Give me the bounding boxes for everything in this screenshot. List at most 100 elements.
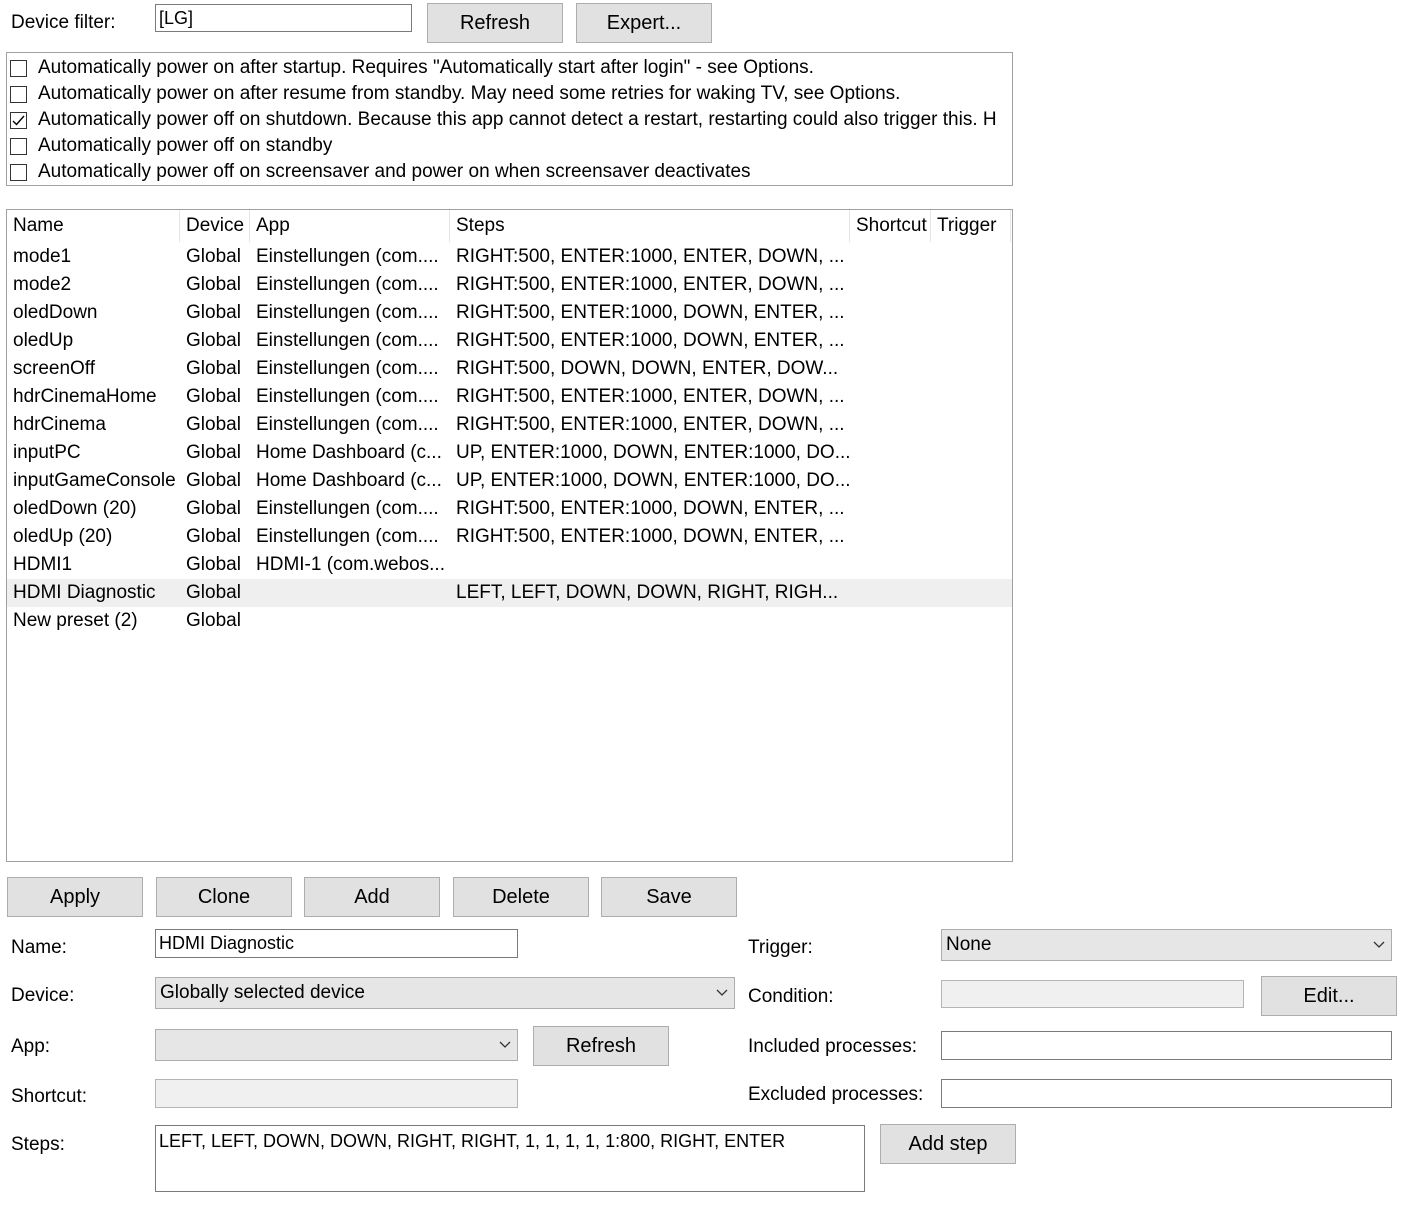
included-processes-input[interactable] — [941, 1031, 1392, 1060]
preset-list[interactable]: Name Device App Steps Shortcut Trigger mode1 G… — [6, 209, 1013, 862]
table-row[interactable]: inputGameConsole Global Home Dashboard (c.… — [7, 467, 1012, 495]
table-row[interactable]: hdrCinema Global Einstellungen (com.... RIG… — [7, 411, 1012, 439]
table-row[interactable]: screenOff Global Einstellungen (com.... RIG… — [7, 355, 1012, 383]
cell-trigger — [931, 355, 1011, 383]
steps-input[interactable]: LEFT, LEFT, DOWN, DOWN, RIGHT, RIGHT, 1,… — [155, 1125, 865, 1192]
included-processes-label: Included processes: — [748, 1036, 917, 1057]
add-button[interactable]: Add — [304, 877, 440, 917]
table-row[interactable]: mode2 Global Einstellungen (com.... RIGHT:5… — [7, 271, 1012, 299]
cell-trigger — [931, 271, 1011, 299]
refresh-devices-button[interactable]: Refresh — [427, 3, 563, 43]
power-option-row[interactable]: Automatically power on after resume from… — [10, 81, 900, 107]
cell-shortcut — [850, 299, 931, 327]
table-row[interactable]: hdrCinemaHome Global Einstellungen (com...… — [7, 383, 1012, 411]
power-option-row[interactable]: Automatically power off on standby — [10, 133, 332, 159]
table-row[interactable]: inputPC Global Home Dashboard (c... UP, ENT… — [7, 439, 1012, 467]
power-option-row[interactable]: Automatically power off on screensaver a… — [10, 159, 751, 185]
cell-shortcut — [850, 551, 931, 579]
cell-steps: UP, ENTER:1000, DOWN, ENTER:1000, DO... — [456, 470, 850, 491]
table-row[interactable]: oledDown Global Einstellungen (com.... RIGH… — [7, 299, 1012, 327]
chevron-down-icon — [1371, 937, 1387, 953]
app-select[interactable] — [155, 1029, 518, 1061]
cell-app: Einstellungen (com.... — [256, 414, 439, 435]
cell-app: Einstellungen (com.... — [256, 498, 439, 519]
power-option-checkbox[interactable] — [10, 137, 27, 155]
cell-steps: RIGHT:500, ENTER:1000, DOWN, ENTER, ... — [456, 330, 845, 351]
clone-button[interactable]: Clone — [156, 877, 292, 917]
excluded-processes-label: Excluded processes: — [748, 1084, 924, 1105]
chevron-down-icon — [714, 985, 730, 1001]
cell-app: Einstellungen (com.... — [256, 274, 439, 295]
cell-trigger — [931, 579, 1011, 607]
power-option-label: Automatically power on after startup. Re… — [38, 57, 814, 78]
column-header-app[interactable]: App — [250, 210, 450, 242]
device-select[interactable]: Globally selected device — [155, 977, 735, 1009]
add-step-button[interactable]: Add step — [880, 1124, 1016, 1164]
cell-name: inputGameConsole — [13, 470, 176, 491]
cell-shortcut — [850, 467, 931, 495]
column-header-trigger[interactable]: Trigger — [931, 210, 1011, 242]
table-row[interactable]: oledDown (20) Global Einstellungen (com...… — [7, 495, 1012, 523]
expert-button[interactable]: Expert... — [576, 3, 712, 43]
cell-name: hdrCinema — [13, 414, 106, 435]
cell-device: Global — [186, 470, 241, 491]
cell-trigger — [931, 299, 1011, 327]
cell-name: New preset (2) — [13, 610, 138, 631]
cell-name: oledDown (20) — [13, 498, 137, 519]
cell-device: Global — [186, 498, 241, 519]
condition-input[interactable] — [941, 980, 1244, 1008]
trigger-select[interactable]: None — [941, 929, 1392, 961]
cell-shortcut — [850, 355, 931, 383]
cell-app — [250, 607, 450, 635]
excluded-processes-input[interactable] — [941, 1079, 1392, 1108]
device-filter-input[interactable]: [LG] — [155, 4, 412, 32]
table-row[interactable]: HDMI Diagnostic Global LEFT, LEFT, DOWN, D… — [7, 579, 1012, 607]
device-filter-label: Device filter: — [11, 12, 116, 33]
cell-name: HDMI Diagnostic — [13, 582, 156, 603]
name-label: Name: — [11, 937, 67, 958]
power-option-checkbox[interactable] — [10, 163, 27, 181]
condition-edit-button[interactable]: Edit... — [1261, 976, 1397, 1016]
column-header-steps[interactable]: Steps — [450, 210, 850, 242]
column-header-name[interactable]: Name — [7, 210, 180, 242]
save-button[interactable]: Save — [601, 877, 737, 917]
cell-name: oledUp (20) — [13, 526, 113, 547]
column-header-shortcut[interactable]: Shortcut — [850, 210, 931, 242]
cell-trigger — [931, 327, 1011, 355]
cell-trigger — [931, 243, 1011, 271]
shortcut-label: Shortcut: — [11, 1086, 88, 1107]
delete-button[interactable]: Delete — [453, 877, 589, 917]
refresh-apps-button[interactable]: Refresh — [533, 1026, 669, 1066]
cell-name: mode1 — [13, 246, 72, 267]
table-row[interactable]: HDMI1 Global HDMI-1 (com.webos... — [7, 551, 1012, 579]
power-option-label: Automatically power off on screensaver a… — [38, 161, 751, 182]
cell-steps: RIGHT:500, DOWN, DOWN, ENTER, DOW... — [456, 358, 839, 379]
power-option-label: Automatically power on after resume from… — [38, 83, 901, 104]
cell-steps — [450, 551, 850, 579]
power-option-row[interactable]: Automatically power on after startup. Re… — [10, 55, 814, 81]
cell-steps: RIGHT:500, ENTER:1000, ENTER, DOWN, ... — [456, 246, 845, 267]
apply-button[interactable]: Apply — [7, 877, 143, 917]
cell-steps: RIGHT:500, ENTER:1000, ENTER, DOWN, ... — [456, 414, 845, 435]
table-row[interactable]: oledUp Global Einstellungen (com.... RIGHT:… — [7, 327, 1012, 355]
power-option-checkbox[interactable] — [10, 85, 27, 103]
table-row[interactable]: oledUp (20) Global Einstellungen (com.... R… — [7, 523, 1012, 551]
table-row[interactable]: New preset (2) Global — [7, 607, 1012, 635]
cell-shortcut — [850, 383, 931, 411]
power-option-row[interactable]: Automatically power off on shutdown. Bec… — [10, 107, 997, 133]
cell-device: Global — [186, 526, 241, 547]
cell-steps: RIGHT:500, ENTER:1000, ENTER, DOWN, ... — [456, 274, 845, 295]
table-row[interactable]: mode1 Global Einstellungen (com.... RIGHT:5… — [7, 243, 1012, 271]
name-input[interactable]: HDMI Diagnostic — [155, 929, 518, 958]
cell-trigger — [931, 523, 1011, 551]
cell-device: Global — [186, 610, 241, 631]
cell-shortcut — [850, 495, 931, 523]
cell-shortcut — [850, 579, 931, 607]
checkmark-icon — [12, 115, 25, 126]
power-option-checkbox[interactable] — [10, 59, 27, 77]
cell-device: Global — [186, 274, 241, 295]
column-header-device[interactable]: Device — [180, 210, 250, 242]
power-option-checkbox[interactable] — [10, 111, 27, 129]
device-select-value: Globally selected device — [160, 982, 365, 1003]
shortcut-input[interactable] — [155, 1079, 518, 1108]
